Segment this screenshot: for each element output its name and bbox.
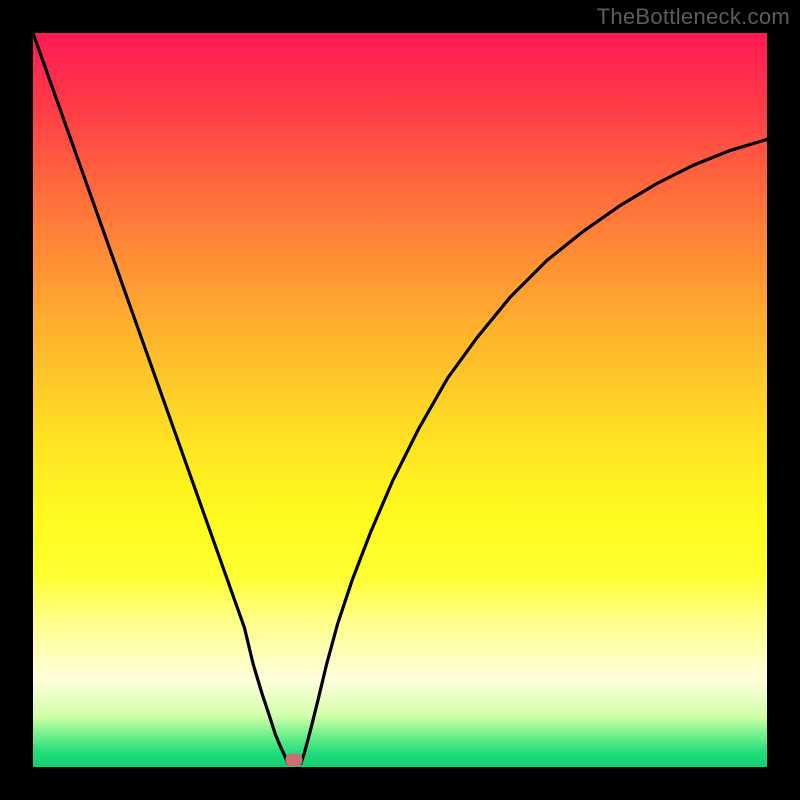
plot-area xyxy=(33,33,767,767)
watermark-text: TheBottleneck.com xyxy=(597,4,790,30)
optimal-point-marker xyxy=(285,753,302,766)
curve-left-branch xyxy=(33,33,288,763)
bottleneck-curve xyxy=(33,33,767,767)
curve-right-branch xyxy=(301,139,767,763)
chart-frame: TheBottleneck.com xyxy=(0,0,800,800)
